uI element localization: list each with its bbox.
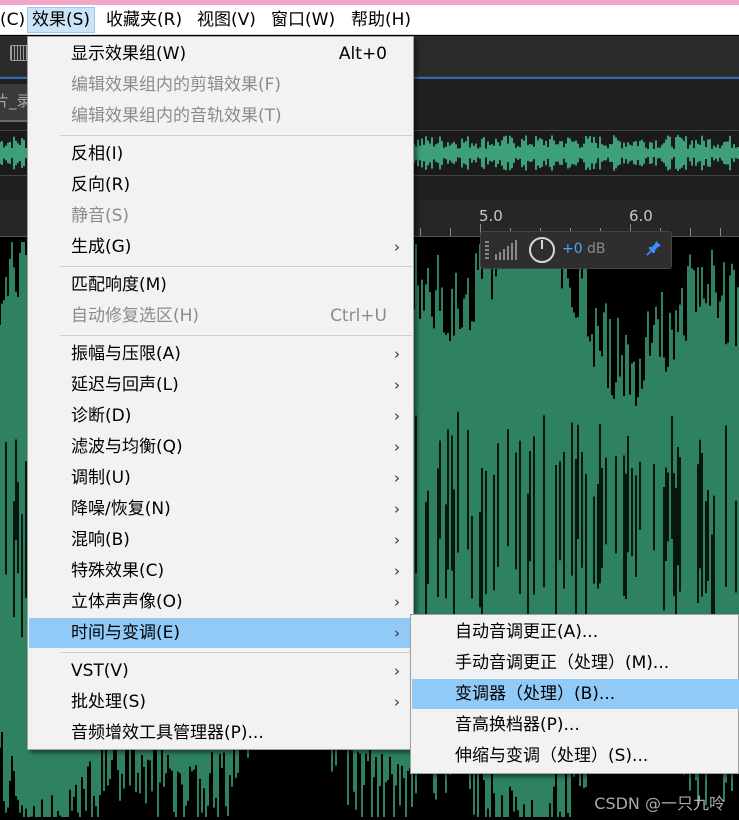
menu-item-shortcut: Alt+0: [338, 44, 387, 64]
submenu-arrow-icon: ›: [394, 345, 400, 363]
menu-item-label: 手动音调更正（处理）(M)...: [455, 653, 670, 673]
menu-item-label: 静音(S): [71, 206, 130, 226]
ruler-label-6: 6.0: [629, 207, 653, 225]
submenu-arrow-icon: ›: [394, 593, 400, 611]
menu-item-label: 自动音调更正(A)...: [455, 622, 599, 642]
menu-item-label: 伸缩与变调（处理）(S)...: [455, 746, 649, 766]
time-pitch-submenu: 自动音调更正(A)... 手动音调更正（处理）(M)... 变调器（处理）(B)…: [410, 614, 739, 774]
menu-help[interactable]: 帮助(H): [347, 7, 415, 33]
menu-item-show-effects-rack[interactable]: 显示效果组(W) Alt+0: [29, 39, 412, 69]
menu-item-modulation[interactable]: 调制(U) ›: [29, 463, 412, 493]
menu-item-invert[interactable]: 反相(I): [29, 139, 412, 169]
menu-item-noise-reduction[interactable]: 降噪/恢复(N) ›: [29, 494, 412, 524]
menu-item-filter-eq[interactable]: 滤波与均衡(Q) ›: [29, 432, 412, 462]
submenu-arrow-icon: ›: [394, 624, 400, 642]
menu-item-label: 降噪/恢复(N): [71, 499, 171, 519]
submenu-arrow-icon: ›: [394, 531, 400, 549]
menu-separator: [60, 266, 412, 267]
menu-item-batch[interactable]: 批处理(S) ›: [29, 687, 412, 717]
menu-item-stereo-imagery[interactable]: 立体声声像(O) ›: [29, 587, 412, 617]
menu-item-label: 音高换档器(P)...: [455, 715, 580, 735]
menu-item-reverb[interactable]: 混响(B) ›: [29, 525, 412, 555]
submenu-arrow-icon: ›: [394, 562, 400, 580]
submenu-item-manual-pitch[interactable]: 手动音调更正（处理）(M)...: [412, 648, 739, 678]
menu-item-generate[interactable]: 生成(G) ›: [29, 232, 412, 262]
menu-item-edit-track-effects: 编辑效果组内的音轨效果(T): [29, 101, 412, 131]
menu-item-shortcut: Ctrl+U: [330, 306, 387, 326]
menu-item-plugin-manager[interactable]: 音频增效工具管理器(P)...: [29, 718, 412, 748]
submenu-item-auto-pitch[interactable]: 自动音调更正(A)...: [412, 617, 739, 647]
menu-item-delay-echo[interactable]: 延迟与回声(L) ›: [29, 370, 412, 400]
menu-item-time-pitch[interactable]: 时间与变调(E) ›: [29, 618, 412, 648]
submenu-arrow-icon: ›: [394, 376, 400, 394]
menu-item-label: 变调器（处理）(B)...: [455, 684, 616, 704]
gain-value[interactable]: +0: [562, 241, 583, 257]
menu-item-label: 批处理(S): [71, 692, 147, 712]
submenu-item-pitch-bender[interactable]: 变调器（处理）(B)...: [412, 679, 739, 709]
submenu-item-stretch-pitch[interactable]: 伸缩与变调（处理）(S)...: [412, 741, 739, 771]
menu-item-match-loudness[interactable]: 匹配响度(M): [29, 270, 412, 300]
menu-item-label: VST(V): [71, 661, 129, 681]
menu-item-auto-heal: 自动修复选区(H) Ctrl+U: [29, 301, 412, 331]
menu-item-label: 生成(G): [71, 237, 132, 257]
ruler-tick: [450, 228, 451, 236]
menu-item-label: 时间与变调(E): [71, 623, 181, 643]
menu-bar: (C) 效果(S) 收藏夹(R) 视图(V) 窗口(W) 帮助(H): [0, 5, 739, 35]
watermark: CSDN @一只九呤: [594, 794, 725, 813]
menu-item-label: 匹配响度(M): [71, 275, 167, 295]
menu-item-label: 反相(I): [71, 144, 124, 164]
menu-separator: [60, 135, 412, 136]
menu-item-label: 特殊效果(C): [71, 561, 165, 581]
menu-item-label: 编辑效果组内的音轨效果(T): [71, 106, 282, 126]
menu-separator: [60, 652, 412, 653]
menu-view[interactable]: 视图(V): [193, 7, 260, 33]
menu-item-special[interactable]: 特殊效果(C) ›: [29, 556, 412, 586]
submenu-arrow-icon: ›: [394, 662, 400, 680]
level-meter-icon: [495, 240, 517, 260]
menu-separator: [60, 335, 412, 336]
ruler-tick: [690, 228, 691, 236]
submenu-arrow-icon: ›: [394, 469, 400, 487]
pin-icon[interactable]: [644, 240, 664, 260]
ruler-tick: [720, 228, 721, 236]
menu-edit[interactable]: (C): [0, 7, 29, 33]
submenu-arrow-icon: ›: [394, 407, 400, 425]
menu-item-label: 立体声声像(O): [71, 592, 183, 612]
submenu-arrow-icon: ›: [394, 238, 400, 256]
menu-item-label: 编辑效果组内的剪辑效果(F): [71, 75, 282, 95]
gain-unit: dB: [587, 241, 606, 257]
menu-item-label: 延迟与回声(L): [71, 375, 179, 395]
submenu-arrow-icon: ›: [394, 693, 400, 711]
menu-item-reverse[interactable]: 反向(R): [29, 170, 412, 200]
submenu-arrow-icon: ›: [394, 438, 400, 456]
menu-item-label: 显示效果组(W): [71, 44, 187, 64]
submenu-arrow-icon: ›: [394, 500, 400, 518]
menu-effects[interactable]: 效果(S): [27, 7, 96, 33]
hud-gain-control[interactable]: +0 dB: [480, 231, 672, 269]
ruler-label-5: 5.0: [479, 207, 503, 225]
menu-item-label: 滤波与均衡(Q): [71, 437, 183, 457]
menu-item-label: 诊断(D): [71, 406, 132, 426]
menu-window[interactable]: 窗口(W): [267, 7, 339, 33]
menu-item-diagnostics[interactable]: 诊断(D) ›: [29, 401, 412, 431]
menu-item-edit-clip-effects: 编辑效果组内的剪辑效果(F): [29, 70, 412, 100]
menu-item-vst[interactable]: VST(V) ›: [29, 656, 412, 686]
menu-item-label: 自动修复选区(H): [71, 306, 200, 326]
submenu-item-pitch-shifter[interactable]: 音高换档器(P)...: [412, 710, 739, 740]
drag-grip-icon[interactable]: [485, 241, 489, 259]
menu-favorites[interactable]: 收藏夹(R): [102, 7, 186, 33]
menu-item-label: 混响(B): [71, 530, 130, 550]
menu-item-label: 调制(U): [71, 468, 131, 488]
menu-item-label: 振幅与压限(A): [71, 344, 181, 364]
menu-item-label: 音频增效工具管理器(P)...: [71, 723, 264, 743]
menu-item-amplitude[interactable]: 振幅与压限(A) ›: [29, 339, 412, 369]
menu-item-silence: 静音(S): [29, 201, 412, 231]
menu-item-label: 反向(R): [71, 175, 131, 195]
gain-knob-icon[interactable]: [529, 237, 555, 263]
ruler-tick: [420, 228, 421, 236]
effects-menu: 显示效果组(W) Alt+0 编辑效果组内的剪辑效果(F) 编辑效果组内的音轨效…: [27, 36, 414, 750]
